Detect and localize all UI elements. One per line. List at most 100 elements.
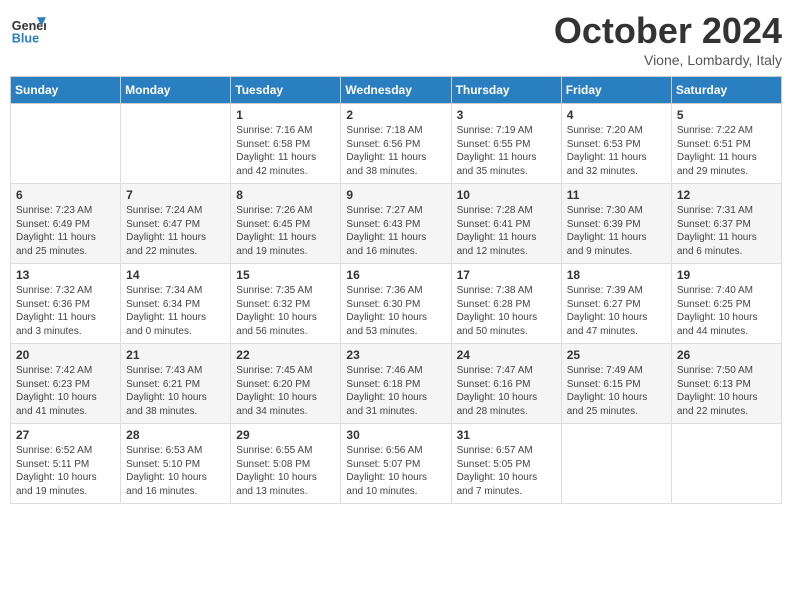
calendar-cell: 22 Sunrise: 7:45 AMSunset: 6:20 PMDayligh… xyxy=(231,344,341,424)
cell-details: Sunrise: 7:50 AMSunset: 6:13 PMDaylight:… xyxy=(677,364,776,418)
calendar-cell: 23 Sunrise: 7:46 AMSunset: 6:18 PMDayligh… xyxy=(341,344,451,424)
cell-details: Sunrise: 6:56 AMSunset: 5:07 PMDaylight:… xyxy=(346,444,445,498)
day-number: 2 xyxy=(346,108,445,122)
weekday-tuesday: Tuesday xyxy=(231,77,341,104)
weekday-friday: Friday xyxy=(561,77,671,104)
day-number: 20 xyxy=(16,348,115,362)
day-number: 16 xyxy=(346,268,445,282)
day-number: 8 xyxy=(236,188,335,202)
day-number: 11 xyxy=(567,188,666,202)
day-number: 26 xyxy=(677,348,776,362)
calendar-cell: 14 Sunrise: 7:34 AMSunset: 6:34 PMDayligh… xyxy=(121,264,231,344)
day-number: 30 xyxy=(346,428,445,442)
day-number: 25 xyxy=(567,348,666,362)
cell-details: Sunrise: 7:46 AMSunset: 6:18 PMDaylight:… xyxy=(346,364,445,418)
cell-details: Sunrise: 7:24 AMSunset: 6:47 PMDaylight:… xyxy=(126,204,225,258)
day-number: 14 xyxy=(126,268,225,282)
calendar-cell: 10Sunrise: 7:28 AMSunset: 6:41 PMDayligh… xyxy=(451,184,561,264)
day-number: 5 xyxy=(677,108,776,122)
cell-details: Sunrise: 7:18 AMSunset: 6:56 PMDaylight:… xyxy=(346,124,445,178)
cell-details: Sunrise: 7:23 AMSunset: 6:49 PMDaylight:… xyxy=(16,204,115,258)
day-number: 22 xyxy=(236,348,335,362)
week-row-2: 6Sunrise: 7:23 AMSunset: 6:49 PMDaylight… xyxy=(11,184,782,264)
calendar-cell xyxy=(671,424,781,504)
day-number: 23 xyxy=(346,348,445,362)
weekday-monday: Monday xyxy=(121,77,231,104)
calendar-cell: 16 Sunrise: 7:36 AMSunset: 6:30 PMDayligh… xyxy=(341,264,451,344)
calendar-cell: 29Sunrise: 6:55 AMSunset: 5:08 PMDayligh… xyxy=(231,424,341,504)
cell-details: Sunrise: 7:34 AMSunset: 6:34 PMDaylight:… xyxy=(126,284,225,338)
calendar-cell: 27 Sunrise: 6:52 AMSunset: 5:11 PMDayligh… xyxy=(11,424,121,504)
cell-details: Sunrise: 7:49 AMSunset: 6:15 PMDaylight:… xyxy=(567,364,666,418)
cell-details: Sunrise: 7:30 AMSunset: 6:39 PMDaylight:… xyxy=(567,204,666,258)
calendar-cell: 20 Sunrise: 7:42 AMSunset: 6:23 PMDayligh… xyxy=(11,344,121,424)
calendar-table: SundayMondayTuesdayWednesdayThursdayFrid… xyxy=(10,76,782,504)
day-number: 13 xyxy=(16,268,115,282)
day-number: 17 xyxy=(457,268,556,282)
cell-details: Sunrise: 7:20 AMSunset: 6:53 PMDaylight:… xyxy=(567,124,666,178)
day-number: 27 xyxy=(16,428,115,442)
logo: General Blue xyxy=(10,10,46,46)
calendar-cell: 15 Sunrise: 7:35 AMSunset: 6:32 PMDayligh… xyxy=(231,264,341,344)
day-number: 7 xyxy=(126,188,225,202)
weekday-saturday: Saturday xyxy=(671,77,781,104)
cell-details: Sunrise: 6:53 AMSunset: 5:10 PMDaylight:… xyxy=(126,444,225,498)
cell-details: Sunrise: 7:22 AMSunset: 6:51 PMDaylight:… xyxy=(677,124,776,178)
cell-details: Sunrise: 7:16 AMSunset: 6:58 PMDaylight:… xyxy=(236,124,335,178)
cell-details: Sunrise: 7:35 AMSunset: 6:32 PMDaylight:… xyxy=(236,284,335,338)
cell-details: Sunrise: 7:45 AMSunset: 6:20 PMDaylight:… xyxy=(236,364,335,418)
cell-details: Sunrise: 7:27 AMSunset: 6:43 PMDaylight:… xyxy=(346,204,445,258)
calendar-cell: 25 Sunrise: 7:49 AMSunset: 6:15 PMDayligh… xyxy=(561,344,671,424)
svg-text:Blue: Blue xyxy=(12,31,39,45)
calendar-cell: 17 Sunrise: 7:38 AMSunset: 6:28 PMDayligh… xyxy=(451,264,561,344)
page-header: General Blue October 2024 Vione, Lombard… xyxy=(10,10,782,68)
week-row-5: 27 Sunrise: 6:52 AMSunset: 5:11 PMDayligh… xyxy=(11,424,782,504)
cell-details: Sunrise: 6:52 AMSunset: 5:11 PMDaylight:… xyxy=(16,444,115,498)
calendar-cell: 1 Sunrise: 7:16 AMSunset: 6:58 PMDaylight… xyxy=(231,104,341,184)
calendar-cell: 12 Sunrise: 7:31 AMSunset: 6:37 PMDayligh… xyxy=(671,184,781,264)
calendar-cell: 5 Sunrise: 7:22 AMSunset: 6:51 PMDaylight… xyxy=(671,104,781,184)
calendar-cell: 21Sunrise: 7:43 AMSunset: 6:21 PMDayligh… xyxy=(121,344,231,424)
weekday-sunday: Sunday xyxy=(11,77,121,104)
day-number: 31 xyxy=(457,428,556,442)
calendar-cell: 3Sunrise: 7:19 AMSunset: 6:55 PMDaylight… xyxy=(451,104,561,184)
title-block: October 2024 Vione, Lombardy, Italy xyxy=(554,10,782,68)
cell-details: Sunrise: 7:28 AMSunset: 6:41 PMDaylight:… xyxy=(457,204,556,258)
day-number: 1 xyxy=(236,108,335,122)
weekday-header-row: SundayMondayTuesdayWednesdayThursdayFrid… xyxy=(11,77,782,104)
calendar-cell: 19 Sunrise: 7:40 AMSunset: 6:25 PMDayligh… xyxy=(671,264,781,344)
weekday-wednesday: Wednesday xyxy=(341,77,451,104)
cell-details: Sunrise: 7:26 AMSunset: 6:45 PMDaylight:… xyxy=(236,204,335,258)
calendar-cell: 13 Sunrise: 7:32 AMSunset: 6:36 PMDayligh… xyxy=(11,264,121,344)
day-number: 15 xyxy=(236,268,335,282)
cell-details: Sunrise: 7:36 AMSunset: 6:30 PMDaylight:… xyxy=(346,284,445,338)
day-number: 9 xyxy=(346,188,445,202)
cell-details: Sunrise: 7:31 AMSunset: 6:37 PMDaylight:… xyxy=(677,204,776,258)
calendar-cell: 9 Sunrise: 7:27 AMSunset: 6:43 PMDaylight… xyxy=(341,184,451,264)
day-number: 12 xyxy=(677,188,776,202)
calendar-cell: 28 Sunrise: 6:53 AMSunset: 5:10 PMDayligh… xyxy=(121,424,231,504)
logo-icon: General Blue xyxy=(10,10,46,46)
cell-details: Sunrise: 6:57 AMSunset: 5:05 PMDaylight:… xyxy=(457,444,556,498)
calendar-cell: 7 Sunrise: 7:24 AMSunset: 6:47 PMDaylight… xyxy=(121,184,231,264)
cell-details: Sunrise: 7:43 AMSunset: 6:21 PMDaylight:… xyxy=(126,364,225,418)
calendar-cell: 2 Sunrise: 7:18 AMSunset: 6:56 PMDaylight… xyxy=(341,104,451,184)
cell-details: Sunrise: 7:47 AMSunset: 6:16 PMDaylight:… xyxy=(457,364,556,418)
cell-details: Sunrise: 7:42 AMSunset: 6:23 PMDaylight:… xyxy=(16,364,115,418)
calendar-cell: 6Sunrise: 7:23 AMSunset: 6:49 PMDaylight… xyxy=(11,184,121,264)
day-number: 4 xyxy=(567,108,666,122)
cell-details: Sunrise: 6:55 AMSunset: 5:08 PMDaylight:… xyxy=(236,444,335,498)
cell-details: Sunrise: 7:40 AMSunset: 6:25 PMDaylight:… xyxy=(677,284,776,338)
calendar-cell xyxy=(561,424,671,504)
calendar-cell: 31 Sunrise: 6:57 AMSunset: 5:05 PMDayligh… xyxy=(451,424,561,504)
cell-details: Sunrise: 7:32 AMSunset: 6:36 PMDaylight:… xyxy=(16,284,115,338)
cell-details: Sunrise: 7:38 AMSunset: 6:28 PMDaylight:… xyxy=(457,284,556,338)
day-number: 28 xyxy=(126,428,225,442)
calendar-cell: 24Sunrise: 7:47 AMSunset: 6:16 PMDayligh… xyxy=(451,344,561,424)
weekday-thursday: Thursday xyxy=(451,77,561,104)
day-number: 19 xyxy=(677,268,776,282)
week-row-1: 1 Sunrise: 7:16 AMSunset: 6:58 PMDaylight… xyxy=(11,104,782,184)
month-title: October 2024 xyxy=(554,10,782,52)
cell-details: Sunrise: 7:19 AMSunset: 6:55 PMDaylight:… xyxy=(457,124,556,178)
calendar-cell: 11 Sunrise: 7:30 AMSunset: 6:39 PMDayligh… xyxy=(561,184,671,264)
